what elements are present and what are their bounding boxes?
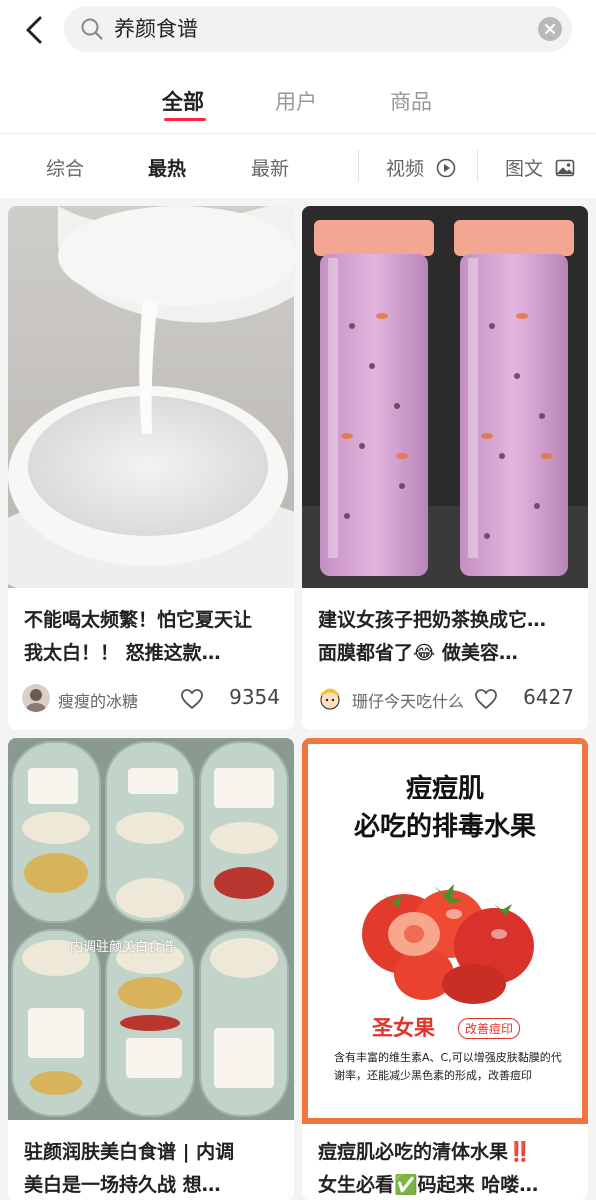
note-card[interactable]: 痘痘肌 必吃的排毒水果 圣女果 改善痘印 含有丰富的维生素A、C,可以增强皮肤黏…	[302, 738, 588, 1200]
cover-overlay-text: 内调驻颜美白食谱	[70, 940, 175, 955]
heart-icon[interactable]	[474, 687, 498, 711]
clear-search-button[interactable]	[538, 17, 562, 41]
like-count: 6427	[523, 685, 574, 709]
avatar[interactable]	[22, 684, 50, 712]
note-title[interactable]: 驻颜润肤美白食谱 | 内调 美白是一场持久战 想…	[24, 1136, 282, 1200]
note-card[interactable]: 不能喝太频繁！怕它夏天让 我太白！！ 怒推这款… 瘦瘦的冰糖 9354	[8, 206, 294, 730]
filter-hottest[interactable]: 最热	[148, 154, 186, 181]
filter-video[interactable]: 视频	[386, 154, 456, 181]
note-cover-poster: 痘痘肌 必吃的排毒水果 圣女果 改善痘印 含有丰富的维生素A、C,可以增强皮肤黏…	[302, 738, 588, 1124]
filter-bar: 综合 最热 最新 视频 图文	[0, 134, 596, 198]
filter-video-label: 视频	[386, 158, 425, 180]
heart-icon[interactable]	[180, 687, 204, 711]
active-tab-indicator	[164, 118, 206, 121]
poster-heading: 必吃的排毒水果	[353, 812, 536, 842]
filter-divider	[477, 150, 478, 182]
note-cover-image	[302, 206, 588, 588]
search-box[interactable]	[64, 6, 572, 52]
avatar[interactable]	[316, 684, 344, 712]
author-name[interactable]: 瘦瘦的冰糖	[58, 688, 138, 712]
tomato-illustration	[362, 884, 534, 1004]
tab-users[interactable]: 用户	[275, 86, 317, 116]
search-header	[0, 0, 596, 64]
like-count: 9354	[229, 685, 280, 709]
close-icon	[545, 24, 555, 34]
note-title[interactable]: 不能喝太频繁！怕它夏天让 我太白！！ 怒推这款…	[24, 604, 282, 670]
author-name[interactable]: 珊仔今天吃什么	[352, 688, 464, 712]
poster-description: 含有丰富的维生素A、C,可以增强皮肤黏膜的代谢率，还能减少黑色素的形成，改善痘印	[334, 1051, 562, 1082]
poster-heading: 痘痘肌	[405, 774, 484, 804]
filter-image-text[interactable]: 图文	[505, 154, 575, 181]
category-tabs: 全部 用户 商品	[0, 64, 596, 134]
poster-fruit-name: 圣女果	[372, 1016, 435, 1040]
note-cover-image	[8, 206, 294, 588]
filter-newest[interactable]: 最新	[251, 154, 289, 181]
back-button[interactable]	[14, 10, 54, 50]
note-cover-image	[8, 738, 294, 1120]
note-title[interactable]: 痘痘肌必吃的清体水果‼️ 女生必看✅码起来 哈喽…	[318, 1136, 576, 1200]
search-input[interactable]	[114, 6, 494, 52]
note-meta: 瘦瘦的冰糖 9354	[22, 684, 280, 714]
note-card[interactable]: 内调驻颜美白食谱 驻颜润肤美白食谱 | 内调 美白是一场持久战 想…	[8, 738, 294, 1200]
filter-comprehensive[interactable]: 综合	[46, 154, 84, 181]
chevron-left-icon	[26, 16, 42, 44]
tab-products[interactable]: 商品	[390, 86, 432, 116]
poster-fruit-tag: 改善痘印	[458, 1018, 521, 1039]
search-icon	[81, 18, 103, 40]
tab-all[interactable]: 全部	[162, 86, 204, 116]
note-card[interactable]: 建议女孩子把奶茶换成它… 面膜都省了😂 做美容… 珊仔今天吃什么 6427	[302, 206, 588, 730]
note-meta: 珊仔今天吃什么 6427	[316, 684, 574, 714]
filter-image-text-label: 图文	[505, 158, 544, 180]
filter-divider	[358, 150, 359, 182]
play-circle-icon	[436, 158, 456, 178]
image-icon	[555, 159, 575, 177]
note-title[interactable]: 建议女孩子把奶茶换成它… 面膜都省了😂 做美容…	[318, 604, 576, 670]
